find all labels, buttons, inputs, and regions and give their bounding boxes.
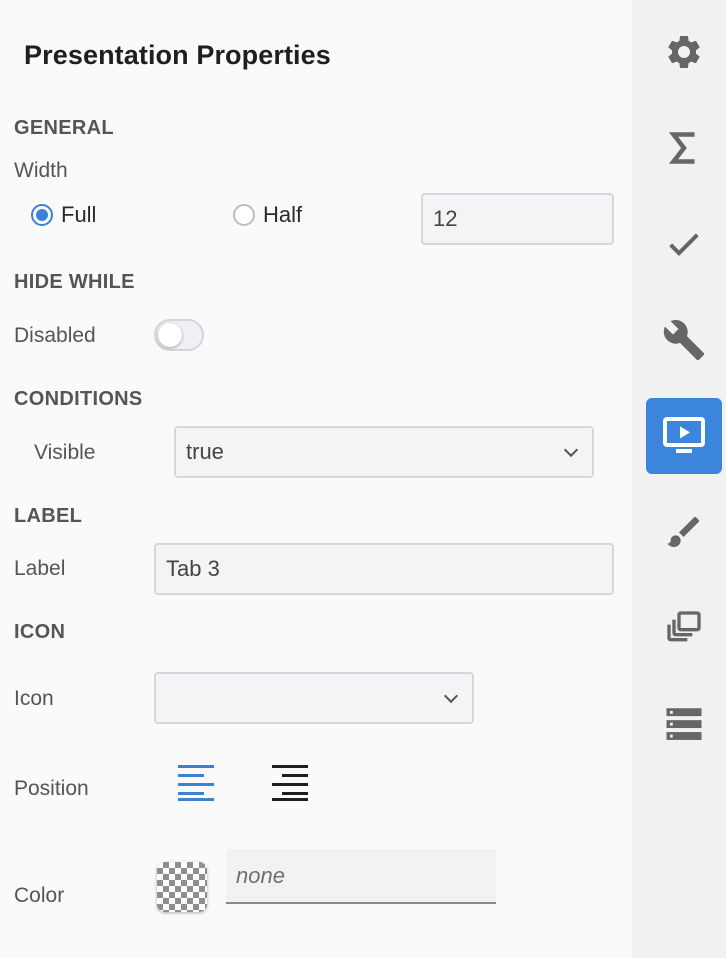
- width-half-radio[interactable]: Half: [233, 202, 302, 228]
- width-label: Width: [14, 159, 68, 182]
- icon-select[interactable]: [154, 672, 474, 724]
- rail-calculation-button[interactable]: [646, 110, 722, 186]
- position-label: Position: [14, 777, 89, 800]
- radio-unchecked-icon: [233, 204, 255, 226]
- visible-label: Visible: [34, 441, 96, 464]
- general-heading: GENERAL: [14, 117, 114, 139]
- rail-list-button[interactable]: [646, 686, 722, 762]
- label-heading: LABEL: [14, 505, 83, 527]
- right-rail: [632, 0, 726, 958]
- visible-select[interactable]: true: [174, 426, 594, 478]
- chevron-down-icon: [443, 688, 459, 703]
- rail-validation-button[interactable]: [646, 206, 722, 282]
- disabled-label: Disabled: [14, 324, 96, 347]
- chevron-down-icon: [563, 442, 579, 457]
- align-left-icon: [178, 765, 214, 801]
- hide-while-heading: HIDE WHILE: [14, 271, 135, 293]
- layers-icon: [667, 611, 701, 642]
- rail-style-button[interactable]: [646, 494, 722, 570]
- align-right-button[interactable]: [270, 762, 310, 802]
- conditions-heading: CONDITIONS: [14, 388, 143, 410]
- brush-icon: [667, 516, 700, 547]
- width-half-label: Half: [263, 202, 303, 227]
- radio-checked-icon: [31, 204, 53, 226]
- label-input[interactable]: Tab 3: [154, 543, 614, 595]
- color-input[interactable]: none: [226, 849, 496, 904]
- panel-title: Presentation Properties: [24, 40, 331, 70]
- checkmark-icon: [669, 233, 699, 256]
- label-field-label: Label: [14, 557, 66, 580]
- color-swatch[interactable]: [157, 862, 207, 912]
- rail-presentation-button[interactable]: [646, 398, 722, 474]
- rail-settings-button[interactable]: [646, 14, 722, 90]
- disabled-toggle[interactable]: [154, 319, 204, 351]
- rail-layers-button[interactable]: [646, 590, 722, 666]
- wrench-icon: [663, 320, 705, 361]
- list-icon: [666, 708, 702, 740]
- visible-select-value: true: [186, 439, 224, 464]
- icon-heading: ICON: [14, 621, 66, 643]
- properties-panel: Presentation Properties GENERAL Width Fu…: [0, 0, 632, 958]
- icon-field-label: Icon: [14, 687, 54, 710]
- width-full-radio[interactable]: Full: [31, 202, 96, 228]
- align-left-button[interactable]: [176, 762, 216, 802]
- toggle-knob: [158, 323, 182, 347]
- presentation-icon: [663, 417, 705, 453]
- rail-advanced-button[interactable]: [646, 302, 722, 378]
- width-full-label: Full: [61, 202, 97, 227]
- gear-icon: [668, 35, 700, 68]
- columns-input[interactable]: 12: [421, 193, 614, 245]
- color-label: Color: [14, 884, 65, 907]
- align-right-icon: [272, 765, 308, 801]
- sigma-icon: [668, 132, 695, 164]
